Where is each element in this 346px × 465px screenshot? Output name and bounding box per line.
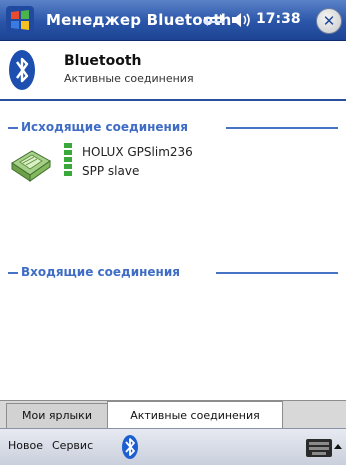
tab-bar: Мои ярлыки Активные соединения <box>0 400 346 429</box>
app-title: Bluetooth <box>64 53 142 69</box>
bluetooth-logo-icon <box>9 50 35 90</box>
menu-service[interactable]: Сервис <box>52 439 93 452</box>
chevron-up-icon[interactable] <box>334 443 342 451</box>
keyboard-icon[interactable] <box>306 439 332 457</box>
clock-time[interactable]: 17:38 <box>256 11 301 27</box>
incoming-section-header: Входящие соединения <box>8 265 338 281</box>
device-profile: SPP slave <box>82 164 140 178</box>
device-name: HOLUX GPSlim236 <box>82 145 193 159</box>
outgoing-section-header: Исходящие соединения <box>8 120 338 136</box>
connection-list-item[interactable]: HOLUX GPSlim236 SPP slave <box>10 141 330 189</box>
divider <box>8 127 18 129</box>
connectivity-icon[interactable] <box>202 12 226 28</box>
signal-strength-icon <box>64 143 72 176</box>
menu-new[interactable]: Новое <box>8 439 43 452</box>
tab-my-shortcuts[interactable]: Мои ярлыки <box>6 403 108 428</box>
title-bar: Менеджер Bluetooth 17:38 ✕ <box>0 0 346 41</box>
close-icon: ✕ <box>322 12 336 30</box>
gps-device-icon <box>11 150 51 182</box>
tab-active-connections[interactable]: Активные соединения <box>107 401 283 429</box>
divider <box>226 127 338 129</box>
close-button[interactable]: ✕ <box>316 8 342 34</box>
outgoing-section-label: Исходящие соединения <box>18 120 191 134</box>
incoming-section-label: Входящие соединения <box>18 265 183 279</box>
app-header: Bluetooth Активные соединения <box>0 41 346 101</box>
app-subtitle: Активные соединения <box>64 72 194 85</box>
divider <box>216 272 338 274</box>
start-windows-icon[interactable] <box>6 6 34 34</box>
volume-icon[interactable] <box>230 11 252 29</box>
divider <box>8 272 18 274</box>
menu-bar: Новое Сервис <box>0 428 346 465</box>
bluetooth-icon[interactable] <box>120 434 140 460</box>
